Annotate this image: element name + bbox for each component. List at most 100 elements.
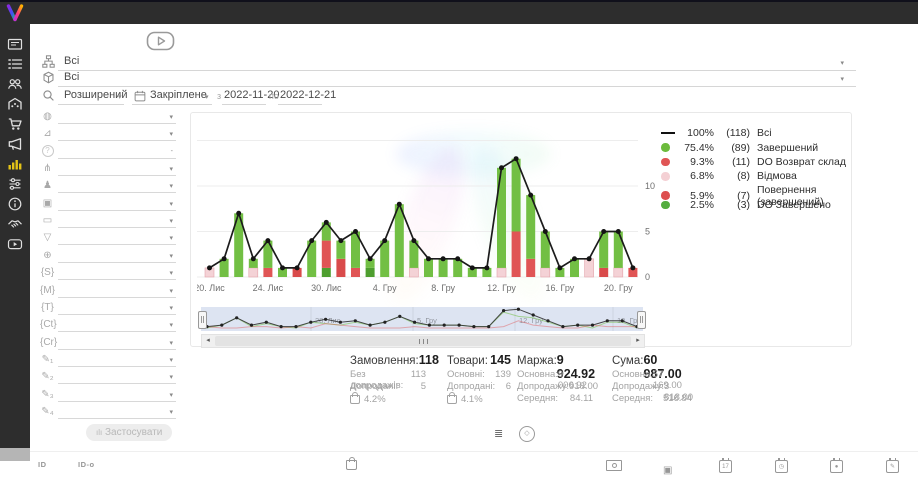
legend-dot-swatch: [661, 158, 670, 167]
filter-select-funnel[interactable]: ▽▾: [40, 231, 176, 247]
stat-column: Товари:145Основні:139Допродані:64.1%: [447, 353, 511, 405]
navigator-right-handle[interactable]: [637, 311, 646, 329]
chevron-down-icon: ▾: [840, 75, 844, 83]
chart-navigator[interactable]: 28. Лис5. Гру12. Гру19. Гру: [201, 307, 643, 331]
filter-select-level[interactable]: ⊿▾: [40, 127, 176, 143]
country-icon: ◍: [40, 110, 55, 124]
period-mode-select[interactable]: Закріплене: [150, 89, 207, 101]
help-video-button[interactable]: [146, 30, 176, 52]
sidebar-item-customers[interactable]: [7, 76, 23, 92]
filter-select-custom-1[interactable]: ✎₁▾: [40, 353, 176, 369]
stat-subrow: Середня:84.11: [517, 393, 593, 405]
chevron-down-icon: ▾: [169, 391, 173, 399]
sidebar-item-video[interactable]: [7, 236, 23, 252]
sidebar-item-banners[interactable]: [7, 36, 23, 52]
sidebar-item-partners[interactable]: [7, 216, 23, 232]
filter-select-help[interactable]: ?-: [40, 145, 176, 161]
mini-chart-icon: ılı: [96, 428, 102, 437]
svg-text:5: 5: [645, 227, 650, 237]
filter-select-custom-3[interactable]: ✎₃▾: [40, 388, 176, 404]
cart-icon: [7, 116, 23, 132]
stat-column: Маржа:9 924.92Основна:9 006.92Допродажу:…: [517, 353, 593, 405]
calendar-icon: ◷: [775, 460, 788, 473]
legend-dot-swatch: [661, 191, 670, 200]
chevron-down-icon: ▾: [205, 93, 209, 101]
stat-title: Маржа:9 924.92: [517, 353, 593, 369]
chevron-down-icon: ▾: [169, 373, 173, 381]
filter-select-product[interactable]: ▣▾: [40, 197, 176, 213]
calendar-icon: 17: [719, 460, 732, 473]
sidebar-item-statistics[interactable]: [7, 156, 23, 172]
chart-scrollbar[interactable]: ◂ ▸: [201, 334, 645, 348]
package-icon: [42, 71, 55, 89]
col-date-edited[interactable]: ✎: [886, 460, 899, 473]
custom-1-icon: ✎₁: [40, 353, 55, 367]
chevron-down-icon: -: [171, 148, 173, 155]
filter-select-utm-medium[interactable]: {M} ▾: [40, 284, 176, 300]
filter-select-custom-2[interactable]: ✎₂▾: [40, 370, 176, 386]
apply-button[interactable]: ılı Застосувати: [86, 424, 172, 441]
sidebar-item-cart[interactable]: [7, 116, 23, 132]
settings-icon: [7, 176, 23, 192]
stat-subrow: Допродані:6: [447, 381, 511, 393]
filter-select-manager[interactable]: ♟▾: [40, 179, 176, 195]
date-to-input[interactable]: 2022-12-21: [280, 89, 336, 101]
navigator-mini-chart: 28. Лис5. Гру12. Гру19. Гру: [201, 307, 643, 336]
col-payment[interactable]: [606, 460, 622, 471]
scrollbar-thumb[interactable]: [215, 336, 631, 346]
filter-select-custom-4[interactable]: ✎₄▾: [40, 405, 176, 421]
warehouse-icon: [7, 96, 23, 112]
structure-icon: ⋔: [40, 162, 55, 176]
filter-select-utm-campaign[interactable]: {Cr}▾: [40, 336, 176, 352]
col-id-offer[interactable]: ID-o: [78, 460, 95, 469]
calendar-icon: ●: [830, 460, 843, 473]
filter-select-web[interactable]: ⊕▾: [40, 249, 176, 265]
web-icon: ⊕: [40, 249, 55, 263]
svg-text:16. Гру: 16. Гру: [546, 283, 575, 293]
navigator-left-handle[interactable]: [198, 311, 207, 329]
sidebar-item-marketing[interactable]: [7, 136, 23, 152]
legend-item[interactable]: 5.9%(7)Повернення (завершений): [661, 184, 851, 198]
legend-item[interactable]: 9.3%(11)DO Возврат склад: [661, 155, 851, 169]
app-logo[interactable]: [4, 2, 26, 23]
filter-select-utm-source[interactable]: {S}▾: [40, 266, 176, 282]
scroll-right-icon[interactable]: ▸: [632, 335, 644, 347]
filter-product-select[interactable]: Всі ▾: [40, 70, 856, 88]
marketing-icon: [7, 136, 23, 152]
chevron-down-icon: ▾: [169, 287, 173, 295]
svg-text:20. Гру: 20. Гру: [604, 283, 633, 293]
legend-item[interactable]: 100%(118)Всі: [661, 126, 851, 140]
stat-column: Сума:60 987.00Основна:57 169.00Допродажу…: [612, 353, 692, 405]
toggle-list-view-button[interactable]: ≣: [494, 427, 503, 440]
stat-title: Сума:60 987.00: [612, 353, 692, 369]
col-product[interactable]: ▣: [663, 460, 672, 478]
banners-icon: [7, 36, 23, 52]
legend-item[interactable]: 2.5%(3)DO Завершено: [661, 198, 851, 212]
stat-subrow: Основні:139: [447, 369, 511, 381]
sidebar-item-settings[interactable]: [7, 176, 23, 192]
chevron-down-icon: ▾: [169, 182, 173, 190]
legend-item[interactable]: 6.8%(8)Відмова: [661, 169, 851, 183]
sidebar-item-info[interactable]: [7, 196, 23, 212]
svg-text:10: 10: [645, 181, 655, 191]
toggle-products-view-button[interactable]: ◇: [519, 426, 535, 442]
col-basket[interactable]: [346, 460, 357, 470]
svg-text:20. Лис: 20. Лис: [197, 283, 225, 293]
filter-select-utm-term[interactable]: {T}▾: [40, 301, 176, 317]
chevron-down-icon: ▾: [169, 269, 173, 277]
col-date-approved[interactable]: ●: [830, 460, 843, 473]
utm-medium-icon: {M}: [40, 284, 55, 298]
col-date-created[interactable]: 17: [719, 460, 732, 473]
sidebar-item-warehouse[interactable]: [7, 96, 23, 112]
filter-select-country[interactable]: ◍▾: [40, 110, 176, 126]
legend-dot-swatch: [661, 172, 670, 181]
stat-subrow: Допродані:5: [350, 381, 426, 393]
col-date-time[interactable]: ◷: [775, 460, 788, 473]
filter-select-structure[interactable]: ⋔▾: [40, 162, 176, 178]
filter-select-payment[interactable]: ▭▾: [40, 214, 176, 230]
scroll-left-icon[interactable]: ◂: [202, 335, 214, 347]
legend-item[interactable]: 75.4%(89)Завершений: [661, 140, 851, 154]
filter-select-utm-content[interactable]: {Ct}▾: [40, 318, 176, 334]
sidebar-item-orders[interactable]: [7, 56, 23, 72]
col-id-order[interactable]: ID: [38, 460, 47, 469]
